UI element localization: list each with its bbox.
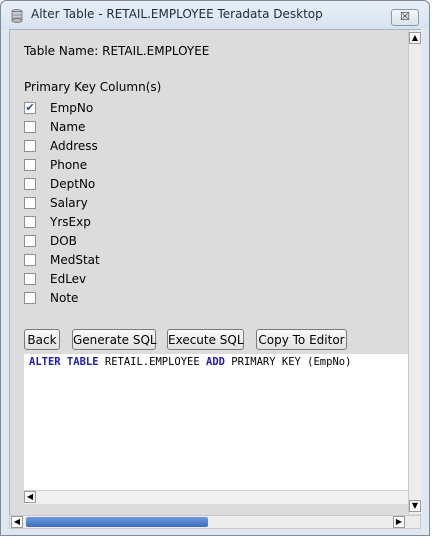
column-checkbox-edlev[interactable]: EdLev bbox=[24, 271, 224, 289]
column-checkbox-name[interactable]: Name bbox=[24, 119, 224, 137]
copy-to-editor-button[interactable]: Copy To Editor bbox=[256, 329, 347, 350]
close-button[interactable]: ☒ bbox=[391, 9, 419, 26]
scroll-down-arrow-icon[interactable]: ▼ bbox=[409, 500, 421, 512]
execute-sql-button[interactable]: Execute SQL bbox=[167, 329, 244, 350]
title-bar[interactable]: Alter Table - RETAIL.EMPLOYEE Teradata D… bbox=[1, 1, 429, 29]
back-button[interactable]: Back bbox=[24, 329, 60, 350]
checkbox[interactable] bbox=[24, 216, 36, 228]
column-checkbox-yrsexp[interactable]: YrsExp bbox=[24, 214, 224, 232]
vertical-scrollbar[interactable]: ▲ ▼ bbox=[408, 30, 422, 514]
scroll-up-arrow-icon[interactable]: ▲ bbox=[409, 32, 421, 44]
column-label: DOB bbox=[50, 234, 77, 248]
column-label: EdLev bbox=[50, 272, 87, 286]
scroll-left-arrow-icon[interactable]: ◀ bbox=[11, 516, 23, 528]
column-label: DeptNo bbox=[50, 177, 96, 191]
generate-sql-button[interactable]: Generate SQL bbox=[72, 329, 157, 350]
column-label: Salary bbox=[50, 196, 88, 210]
column-checkbox-phone[interactable]: Phone bbox=[24, 157, 224, 175]
checkbox[interactable]: ✔ bbox=[24, 102, 36, 114]
checkbox[interactable] bbox=[24, 159, 36, 171]
column-checkbox-deptno[interactable]: DeptNo bbox=[24, 176, 224, 194]
column-label: MedStat bbox=[50, 253, 100, 267]
column-label: EmpNo bbox=[50, 101, 94, 115]
column-checkbox-dob[interactable]: DOB bbox=[24, 233, 224, 251]
scroll-right-arrow-icon[interactable]: ▶ bbox=[393, 516, 405, 528]
column-checkbox-address[interactable]: Address bbox=[24, 138, 224, 156]
teradata-app-icon bbox=[11, 8, 23, 23]
column-checkbox-salary[interactable]: Salary bbox=[24, 195, 224, 213]
dialog-content: Table Name: RETAIL.EMPLOYEE Primary Key … bbox=[9, 29, 422, 529]
checkbox[interactable] bbox=[24, 254, 36, 266]
column-checkbox-medstat[interactable]: MedStat bbox=[24, 252, 224, 270]
sql-output-area[interactable]: ALTER TABLE RETAIL.EMPLOYEE ADD PRIMARY … bbox=[24, 354, 408, 490]
window-title: Alter Table - RETAIL.EMPLOYEE Teradata D… bbox=[31, 7, 323, 21]
scroll-left-arrow-icon[interactable]: ◀ bbox=[24, 491, 36, 503]
checkbox[interactable] bbox=[24, 197, 36, 209]
close-icon: ☒ bbox=[400, 10, 410, 23]
column-label: YrsExp bbox=[50, 215, 91, 229]
column-label: Address bbox=[50, 139, 98, 153]
sql-keyword: ADD bbox=[206, 356, 225, 368]
column-label: Note bbox=[50, 291, 79, 305]
checkbox[interactable] bbox=[24, 235, 36, 247]
column-label: Phone bbox=[50, 158, 88, 172]
column-checkbox-empno[interactable]: ✔ EmpNo bbox=[24, 100, 224, 118]
checkbox[interactable] bbox=[24, 140, 36, 152]
window-horizontal-scrollbar[interactable]: ◀ ▶ bbox=[9, 515, 421, 529]
checkbox[interactable] bbox=[24, 178, 36, 190]
column-checkbox-note[interactable]: Note bbox=[24, 290, 224, 308]
sql-text: PRIMARY KEY (EmpNo) bbox=[224, 356, 352, 368]
checkbox[interactable] bbox=[24, 292, 36, 304]
table-name-label: Table Name: RETAIL.EMPLOYEE bbox=[24, 44, 210, 58]
scroll-thumb[interactable] bbox=[26, 517, 208, 527]
alter-table-window: Alter Table - RETAIL.EMPLOYEE Teradata D… bbox=[0, 0, 430, 536]
primary-key-header: Primary Key Column(s) bbox=[24, 80, 162, 94]
sql-horizontal-scrollbar[interactable]: ◀ bbox=[24, 490, 408, 504]
sql-statement: ALTER TABLE RETAIL.EMPLOYEE ADD PRIMARY … bbox=[29, 356, 351, 368]
checkbox[interactable] bbox=[24, 121, 36, 133]
sql-text: RETAIL.EMPLOYEE bbox=[98, 356, 207, 368]
checkbox[interactable] bbox=[24, 273, 36, 285]
sql-keyword: ALTER TABLE bbox=[29, 356, 99, 368]
column-label: Name bbox=[50, 120, 86, 134]
